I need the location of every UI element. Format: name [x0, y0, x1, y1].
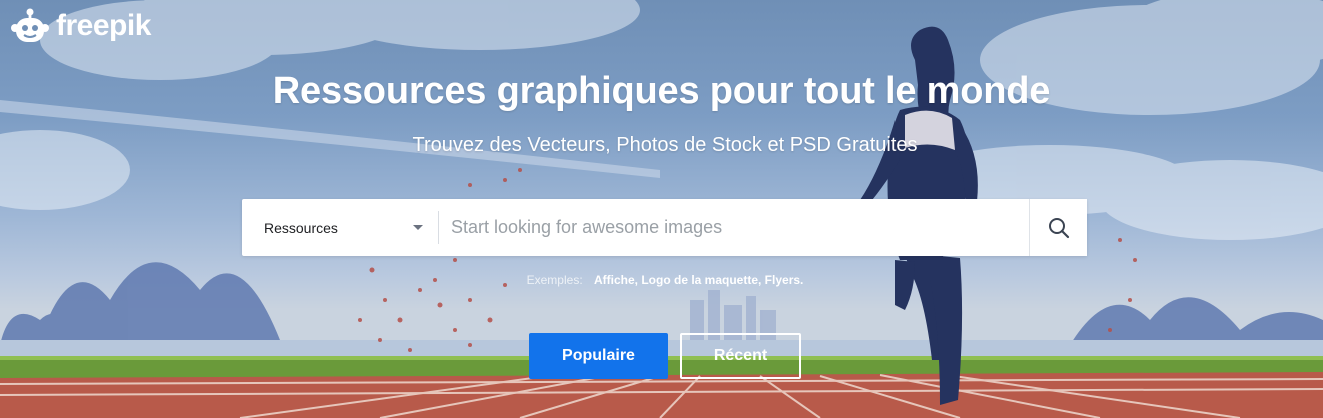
page-subtitle: Trouvez des Vecteurs, Photos de Stock et…: [412, 134, 918, 156]
resource-type-select[interactable]: Ressources: [242, 199, 439, 256]
hero-banner: freepik Ressources graphiques pour tout …: [0, 0, 1323, 418]
tab-recent[interactable]: Récent: [680, 333, 801, 379]
search-bar: Ressources: [242, 199, 1087, 256]
search-examples: Exemples: Affiche, Logo de la maquette, …: [0, 273, 1323, 287]
tab-popular[interactable]: Populaire: [529, 333, 668, 379]
page-title: Ressources graphiques pour tout le monde: [272, 70, 1051, 112]
search-button[interactable]: [1029, 199, 1087, 256]
examples-label: Exemples:: [526, 273, 583, 287]
search-input[interactable]: [439, 199, 1029, 256]
search-icon: [1048, 217, 1069, 238]
freepik-logo[interactable]: freepik: [10, 6, 151, 46]
chevron-down-icon: [413, 225, 423, 230]
examples-links[interactable]: Affiche, Logo de la maquette, Flyers.: [594, 273, 803, 287]
resource-type-label: Ressources: [264, 219, 338, 236]
freepik-robot-logo-icon: [11, 8, 49, 42]
brand-name: freepik: [56, 9, 151, 42]
